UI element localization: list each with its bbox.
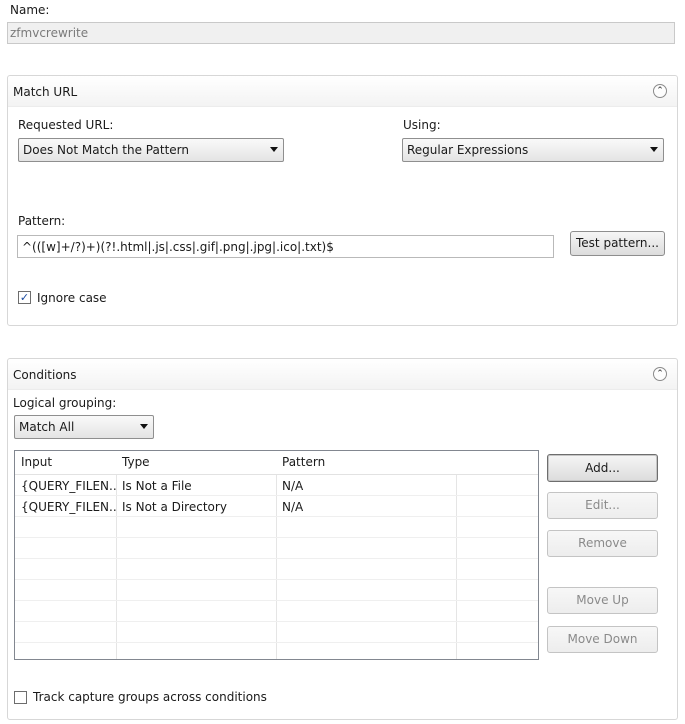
track-capture-checkbox[interactable] xyxy=(14,691,27,704)
checkmark-icon: ✓ xyxy=(19,291,30,304)
empty-row xyxy=(15,517,538,538)
table-header: Input Type Pattern xyxy=(15,451,538,475)
empty-row xyxy=(15,601,538,622)
cell-input: {QUERY_FILEN... xyxy=(21,500,116,514)
pattern-label: Pattern: xyxy=(18,214,66,228)
conditions-header[interactable]: Conditions ⌃ xyxy=(8,359,677,390)
logical-grouping-value: Match All xyxy=(19,420,75,434)
ignore-case-label: Ignore case xyxy=(37,291,107,305)
name-field[interactable]: zfmvcrewrite xyxy=(7,22,675,44)
using-dropdown[interactable]: Regular Expressions xyxy=(402,138,664,162)
track-capture-label: Track capture groups across conditions xyxy=(33,690,267,704)
remove-button[interactable]: Remove xyxy=(547,530,658,557)
empty-row xyxy=(15,622,538,643)
column-header-input[interactable]: Input xyxy=(15,451,116,474)
collapse-up-icon[interactable]: ⌃ xyxy=(653,84,667,98)
column-header-pattern[interactable]: Pattern xyxy=(276,451,456,474)
edit-button[interactable]: Edit... xyxy=(547,492,658,519)
logical-grouping-dropdown[interactable]: Match All xyxy=(14,415,154,439)
using-value: Regular Expressions xyxy=(407,143,529,157)
move-up-button[interactable]: Move Up xyxy=(547,587,658,614)
logical-grouping-label: Logical grouping: xyxy=(13,396,117,410)
pattern-input[interactable]: ^(([w]+/?)+)(?!.html|.js|.css|.gif|.png|… xyxy=(17,235,554,258)
empty-row xyxy=(15,538,538,559)
cell-type: Is Not a Directory xyxy=(122,500,227,514)
empty-row xyxy=(15,559,538,580)
cell-pattern: N/A xyxy=(282,500,304,514)
collapse-up-icon[interactable]: ⌃ xyxy=(653,367,667,381)
chevron-down-icon xyxy=(650,147,658,152)
chevron-down-icon xyxy=(270,147,278,152)
ignore-case-checkbox[interactable]: ✓ xyxy=(18,291,31,304)
using-label: Using: xyxy=(403,118,441,132)
empty-row xyxy=(15,580,538,601)
requested-url-value: Does Not Match the Pattern xyxy=(23,143,189,157)
conditions-table[interactable]: Input Type Pattern {QUERY_FILEN... Is No… xyxy=(14,450,539,660)
chevron-down-icon xyxy=(140,424,148,429)
move-down-button[interactable]: Move Down xyxy=(547,626,658,653)
column-header-type[interactable]: Type xyxy=(116,451,276,474)
conditions-title: Conditions xyxy=(13,368,77,382)
cell-pattern: N/A xyxy=(282,479,304,493)
match-url-header[interactable]: Match URL ⌃ xyxy=(8,76,677,107)
match-url-panel: Match URL ⌃ xyxy=(7,75,678,326)
table-row[interactable]: {QUERY_FILEN... Is Not a File N/A xyxy=(15,475,538,496)
cell-type: Is Not a File xyxy=(122,479,192,493)
cell-input: {QUERY_FILEN... xyxy=(21,479,116,493)
requested-url-label: Requested URL: xyxy=(18,118,114,132)
add-button[interactable]: Add... xyxy=(547,454,658,482)
name-label: Name: xyxy=(10,3,50,17)
test-pattern-button[interactable]: Test pattern... xyxy=(570,231,665,256)
table-row[interactable]: {QUERY_FILEN... Is Not a Directory N/A xyxy=(15,496,538,517)
match-url-title: Match URL xyxy=(13,85,78,99)
requested-url-dropdown[interactable]: Does Not Match the Pattern xyxy=(18,138,284,162)
